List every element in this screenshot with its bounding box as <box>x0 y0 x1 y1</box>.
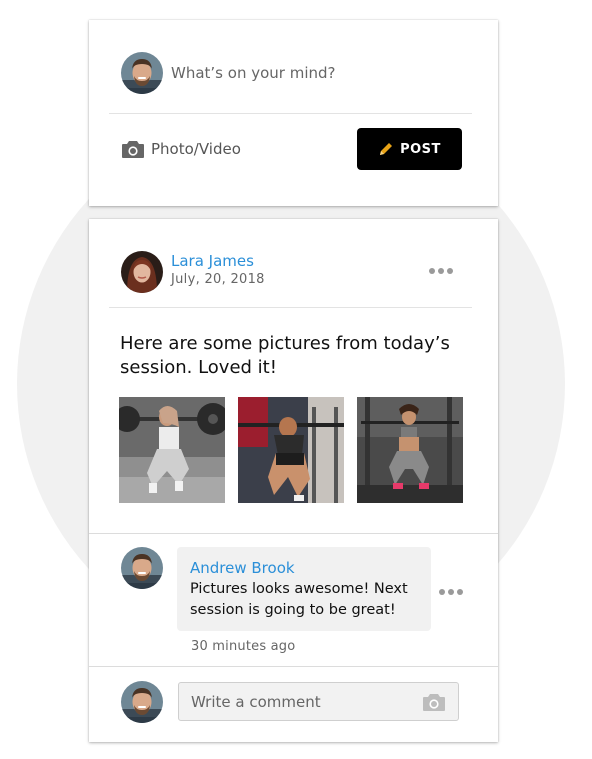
workout-photo-3[interactable] <box>357 397 463 503</box>
avatar[interactable] <box>121 52 163 94</box>
post-photos <box>119 397 463 503</box>
comment-text: Pictures looks awesome! Next session is … <box>190 581 408 618</box>
comment-more-options-icon[interactable] <box>439 589 463 595</box>
post-author-link[interactable]: Lara James <box>171 252 254 270</box>
post-more-options-icon[interactable] <box>429 268 453 274</box>
workout-photo-2[interactable] <box>238 397 344 503</box>
camera-icon[interactable] <box>422 692 446 712</box>
comment-bubble: Andrew Brook Pictures looks awesome! Nex… <box>177 547 431 631</box>
comment-timestamp: 30 minutes ago <box>191 639 296 654</box>
comment-input[interactable] <box>179 683 433 720</box>
commenter-avatar[interactable] <box>121 547 163 589</box>
camera-icon <box>121 139 145 159</box>
post-button[interactable]: POST <box>357 128 462 170</box>
workout-photo-1[interactable] <box>119 397 225 503</box>
status-input-prompt[interactable]: What’s on your mind? <box>171 64 335 82</box>
author-avatar[interactable] <box>121 251 163 293</box>
comment-field <box>178 682 459 721</box>
post-card: Lara James July, 20, 2018 Here are some … <box>89 219 498 742</box>
divider <box>109 113 472 114</box>
post-date: July, 20, 2018 <box>171 272 265 287</box>
divider <box>89 666 498 667</box>
photo-video-button[interactable]: Photo/Video <box>121 137 241 161</box>
current-user-avatar[interactable] <box>121 681 163 723</box>
divider <box>109 307 472 308</box>
post-text: Here are some pictures from today’s sess… <box>120 333 450 378</box>
photo-video-label: Photo/Video <box>151 140 241 158</box>
pencil-icon <box>380 143 393 155</box>
post-composer: What’s on your mind? Photo/Video POST <box>89 20 498 206</box>
post-button-label: POST <box>400 141 441 157</box>
comment-author-link[interactable]: Andrew Brook <box>190 559 295 577</box>
divider <box>89 533 498 534</box>
